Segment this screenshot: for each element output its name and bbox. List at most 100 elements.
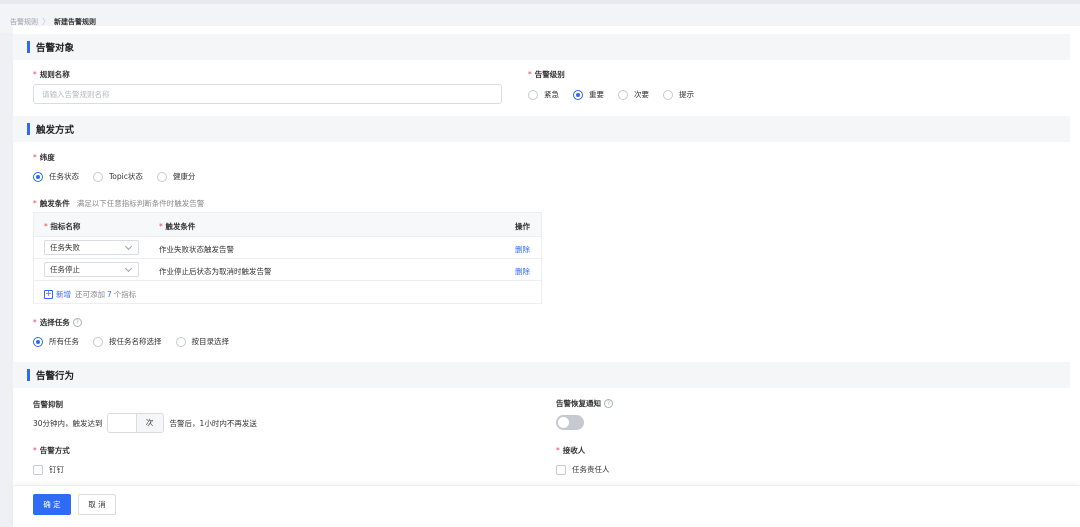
required-mark: * — [33, 446, 37, 455]
select-value: 任务失败 — [50, 243, 80, 252]
radio-circle — [156, 171, 167, 182]
delete-link[interactable]: 删除 — [515, 266, 530, 277]
metric-select[interactable]: 任务失败 — [44, 240, 139, 255]
plus-square-icon[interactable]: + — [44, 290, 53, 299]
radio-dimension-task-status[interactable]: 任务状态 — [33, 171, 79, 182]
metric-select[interactable]: 任务停止 — [44, 262, 139, 277]
radio-circle — [618, 89, 628, 100]
radio-label: 所有任务 — [49, 337, 79, 346]
column-header-metric: * 指标名称 — [44, 221, 80, 232]
checkbox-box — [556, 464, 566, 475]
section-title: 告警行为 — [36, 371, 75, 382]
required-mark: * — [556, 446, 560, 455]
suppress-count-input[interactable] — [106, 413, 136, 433]
dimension-radio-group: 任务状态 Topic状态 健康分 — [33, 171, 209, 182]
rule-name-label: * 规则名称 — [33, 69, 70, 80]
section-accent-bar — [27, 123, 30, 135]
section-trigger-mode: 触发方式 — [13, 116, 1070, 142]
required-mark: * — [44, 222, 48, 231]
column-header-operation: 操作 — [515, 222, 530, 231]
required-mark: * — [33, 70, 37, 79]
rule-name-label-text: 规则名称 — [39, 70, 70, 79]
required-mark: * — [33, 153, 37, 162]
radio-alert-level-important[interactable]: 重要 — [573, 89, 604, 100]
radio-circle — [33, 336, 43, 347]
radio-label: 按任务名称选择 — [109, 337, 162, 346]
delete-link[interactable]: 删除 — [515, 244, 530, 255]
required-mark: * — [159, 222, 163, 231]
suppress-unit: 次 — [135, 413, 164, 433]
radio-circle — [93, 171, 103, 182]
radio-label: 按目录选择 — [191, 337, 230, 346]
radio-label: Topic状态 — [109, 172, 143, 181]
form-footer: 确 定 取 消 — [13, 485, 1080, 527]
breadcrumb-current: 新建告警规则 — [54, 17, 96, 26]
section-alert-action: 告警行为 — [13, 362, 1070, 388]
condition-cell: 作业失败状态触发告警 — [159, 245, 234, 254]
chevron-down-icon — [124, 264, 133, 273]
trigger-condition-label: * 触发条件 满足以下任意指标判断条件时触发告警 — [33, 198, 204, 209]
radio-alert-level-hint[interactable]: 提示 — [663, 89, 694, 100]
column-header-text: 触发条件 — [165, 222, 196, 231]
radio-circle — [573, 89, 583, 100]
toggle-knob — [558, 417, 569, 428]
required-mark: * — [33, 199, 37, 208]
breadcrumb-parent[interactable]: 告警规则 — [10, 17, 38, 27]
rule-name-input[interactable] — [33, 84, 502, 104]
select-value: 任务停止 — [50, 265, 80, 274]
radio-dimension-topic-status[interactable]: Topic状态 — [93, 171, 143, 182]
trigger-condition-label-text: 触发条件 — [39, 199, 70, 208]
table-row: 任务失败 作业失败状态触发告警 删除 — [34, 237, 541, 259]
recovery-notice-toggle[interactable] — [556, 415, 584, 430]
condition-cell: 作业停止后状态为取消时触发告警 — [159, 267, 272, 276]
radio-circle — [93, 336, 103, 347]
checkbox-label: 钉钉 — [49, 465, 64, 474]
cancel-button[interactable]: 取 消 — [78, 494, 116, 515]
alert-level-label: * 告警级别 — [528, 69, 565, 80]
alert-level-radio-group: 紧急 重要 次要 提示 — [528, 89, 708, 100]
trigger-condition-table: * 指标名称 * 触发条件 操作 任务失败 作业失败状态触发告警 删除 任务停止… — [33, 212, 542, 304]
checkbox-dingtalk[interactable]: 钉钉 — [33, 464, 64, 475]
dimension-label-text: 纬度 — [39, 153, 55, 162]
help-circle-icon[interactable]: ? — [72, 318, 82, 327]
column-header-condition: * 触发条件 — [159, 221, 195, 232]
section-title: 告警对象 — [36, 43, 75, 54]
radio-label: 任务状态 — [49, 172, 79, 181]
alert-level-label-text: 告警级别 — [534, 70, 565, 79]
section-accent-bar — [27, 369, 30, 381]
table-row: 任务停止 作业停止后状态为取消时触发告警 删除 — [34, 259, 541, 281]
column-header-text: 指标名称 — [50, 222, 81, 231]
table-header: * 指标名称 * 触发条件 操作 — [34, 213, 541, 237]
receivers-label-text: 接收人 — [562, 446, 586, 455]
checkbox-task-owner[interactable]: 任务责任人 — [556, 464, 610, 475]
radio-alert-level-urgent[interactable]: 紧急 — [528, 89, 559, 100]
checkbox-box — [33, 464, 43, 475]
alert-method-label-text: 告警方式 — [39, 446, 70, 455]
section-alert-target: 告警对象 — [13, 34, 1070, 60]
confirm-button[interactable]: 确 定 — [33, 494, 71, 515]
radio-circle — [528, 89, 538, 100]
add-metric-button[interactable]: 新增 — [56, 289, 71, 300]
add-metric-hint-prefix: 还可添加 — [75, 290, 105, 299]
suppress-label: 告警抑制 — [33, 400, 63, 409]
trigger-condition-hint: 满足以下任意指标判断条件时触发告警 — [76, 199, 205, 208]
suppress-suffix: 告警后，1小时内不再发送 — [169, 418, 257, 428]
radio-task-by-directory[interactable]: 按目录选择 — [175, 336, 230, 347]
radio-dimension-health-score[interactable]: 健康分 — [156, 171, 196, 182]
radio-label: 次要 — [634, 90, 649, 99]
add-metric-remaining-count: 7 — [107, 290, 112, 299]
radio-label: 提示 — [679, 90, 694, 99]
radio-task-by-name[interactable]: 按任务名称选择 — [93, 336, 162, 347]
help-circle-icon[interactable]: ? — [604, 399, 613, 408]
radio-alert-level-minor[interactable]: 次要 — [618, 89, 649, 100]
dimension-label: * 纬度 — [33, 152, 55, 163]
section-accent-bar — [27, 41, 30, 53]
chevron-down-icon — [124, 242, 133, 251]
radio-label: 重要 — [589, 90, 604, 99]
receivers-label: * 接收人 — [556, 445, 585, 456]
add-metric-hint-suffix: 个指标 — [113, 290, 137, 299]
radio-label: 健康分 — [172, 172, 196, 181]
recovery-notice-label: 告警恢复通知 ? — [556, 398, 613, 409]
select-task-radio-group: 所有任务 按任务名称选择 按目录选择 — [33, 336, 243, 347]
radio-task-all[interactable]: 所有任务 — [33, 336, 79, 347]
